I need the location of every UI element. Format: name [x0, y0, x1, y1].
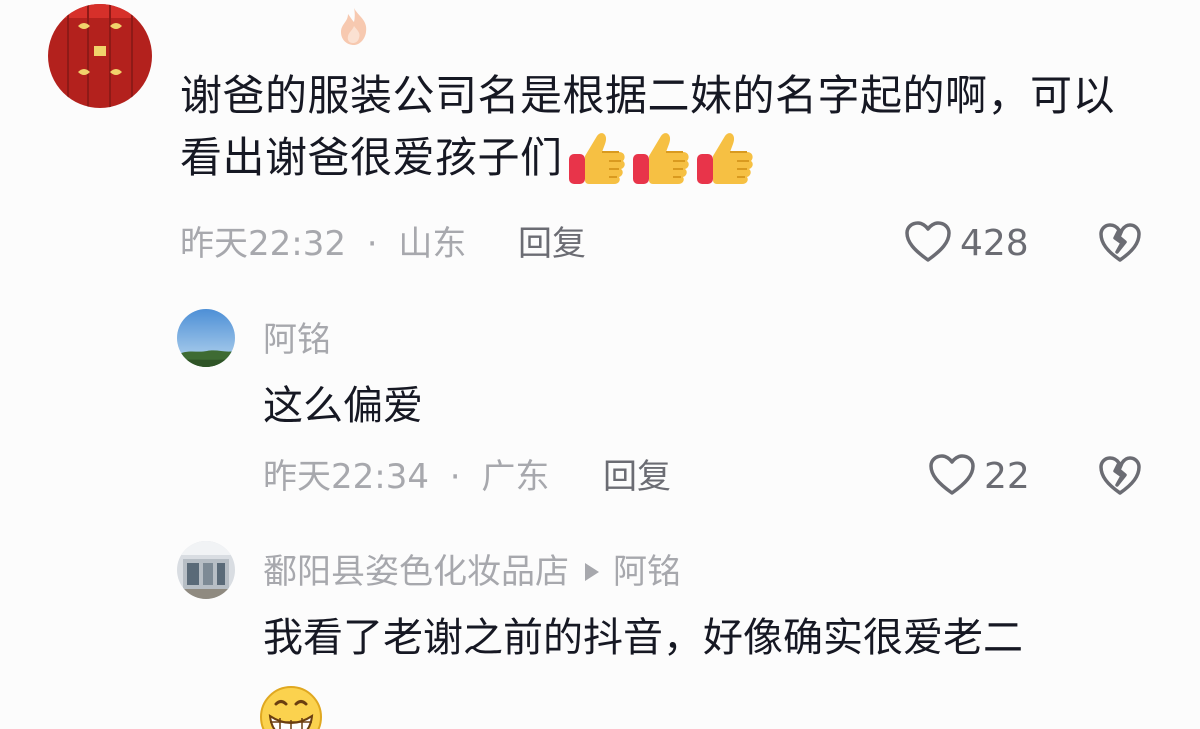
comment-location: 山东 [398, 224, 467, 264]
dislike-button[interactable] [1098, 222, 1142, 268]
comment-author-line: 鄱阳县姿色化妆品店 阿铭 [263, 552, 681, 592]
comment-meta: 昨天22:34 · 广东 [263, 457, 549, 497]
broken-heart-icon [1098, 223, 1142, 268]
comment-text-line2: 看出谢爸很爱孩子们 [180, 133, 563, 182]
like-count: 22 [984, 456, 1030, 497]
heart-icon [904, 220, 952, 268]
comment-text: 谢爸的服装公司名是根据二妹的名字起的啊，可以 看出谢爸很爱孩子们 [180, 66, 1180, 190]
avatar[interactable] [177, 541, 235, 599]
dislike-button[interactable] [1098, 455, 1142, 501]
comment-text-line: 看出谢爸很爱孩子们 [180, 126, 1180, 190]
comment-location: 广东 [481, 457, 550, 497]
comment-text: 这么偏爱 [263, 383, 423, 429]
reply-to-author[interactable]: 阿铭 [613, 552, 681, 592]
comment-text-line: 谢爸的服装公司名是根据二妹的名字起的啊，可以 [180, 71, 1116, 120]
reply-arrow-icon [583, 552, 601, 592]
comment-author[interactable]: 阿铭 [263, 320, 331, 360]
meta-separator: · [366, 224, 378, 264]
comment-text: 我看了老谢之前的抖音，好像确实很爱老二 [263, 615, 1023, 661]
thumbs-up-icon [693, 126, 757, 190]
avatar[interactable] [177, 309, 235, 367]
like-button[interactable]: 428 [904, 220, 1029, 268]
thumbs-up-icon [565, 126, 629, 190]
like-count: 428 [960, 223, 1029, 264]
reply-button[interactable]: 回复 [518, 224, 586, 264]
avatar[interactable] [48, 4, 152, 108]
reply-button[interactable]: 回复 [603, 457, 671, 497]
comment-author[interactable]: 鄱阳县姿色化妆品店 [263, 552, 569, 592]
grinning-face-icon [258, 684, 324, 729]
like-button[interactable]: 22 [928, 453, 1030, 501]
heart-icon [928, 453, 976, 501]
fire-icon [336, 6, 372, 46]
broken-heart-icon [1098, 456, 1142, 501]
comment-meta: 昨天22:32 · 山东 [180, 224, 466, 264]
meta-separator: · [449, 457, 461, 497]
thumbs-up-icon [629, 126, 693, 190]
comment-time: 昨天22:34 [263, 457, 429, 497]
comment-time: 昨天22:32 [180, 224, 346, 264]
